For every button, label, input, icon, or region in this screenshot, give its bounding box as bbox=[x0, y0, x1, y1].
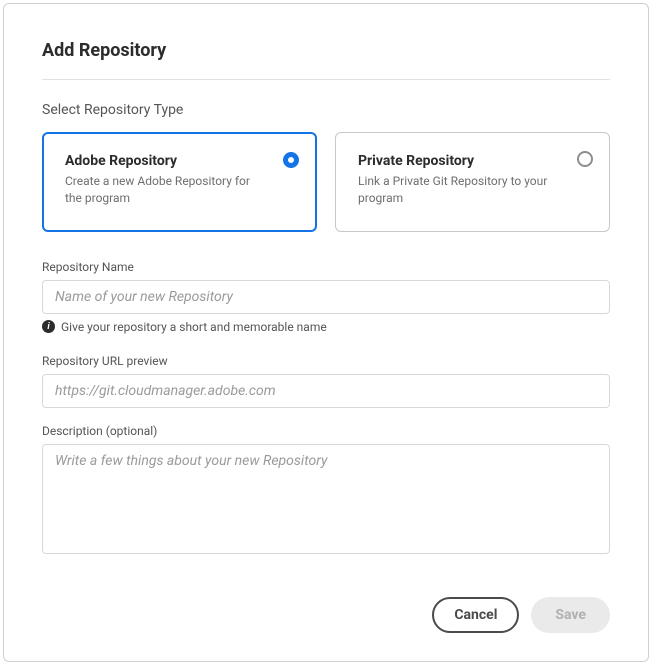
repository-url-input bbox=[42, 374, 610, 408]
field-repository-name: Repository Name i Give your repository a… bbox=[42, 260, 610, 344]
radio-selected-icon bbox=[283, 152, 299, 168]
field-description: Description (optional) bbox=[42, 424, 610, 558]
repo-type-adobe-desc: Create a new Adobe Repository for the pr… bbox=[65, 173, 268, 207]
type-section-label: Select Repository Type bbox=[42, 102, 610, 118]
cancel-button[interactable]: Cancel bbox=[432, 597, 519, 633]
repository-name-helper: Give your repository a short and memorab… bbox=[61, 320, 327, 334]
dialog-title: Add Repository bbox=[42, 40, 610, 61]
repository-name-helper-row: i Give your repository a short and memor… bbox=[42, 320, 610, 334]
repository-type-cards: Adobe Repository Create a new Adobe Repo… bbox=[42, 132, 610, 232]
dialog-footer: Cancel Save bbox=[42, 597, 610, 633]
repository-url-label: Repository URL preview bbox=[42, 354, 610, 368]
save-button[interactable]: Save bbox=[531, 597, 610, 633]
info-icon: i bbox=[42, 320, 55, 333]
repository-name-label: Repository Name bbox=[42, 260, 610, 274]
add-repository-dialog: Add Repository Select Repository Type Ad… bbox=[3, 3, 649, 662]
description-label: Description (optional) bbox=[42, 424, 610, 438]
repository-name-input[interactable] bbox=[42, 280, 610, 314]
field-repository-url: Repository URL preview bbox=[42, 354, 610, 408]
repo-type-adobe[interactable]: Adobe Repository Create a new Adobe Repo… bbox=[42, 132, 317, 232]
repo-type-adobe-title: Adobe Repository bbox=[65, 153, 268, 169]
repo-type-private[interactable]: Private Repository Link a Private Git Re… bbox=[335, 132, 610, 232]
repo-type-private-desc: Link a Private Git Repository to your pr… bbox=[358, 173, 561, 207]
divider bbox=[42, 79, 610, 80]
repo-type-private-title: Private Repository bbox=[358, 153, 561, 169]
radio-unselected-icon bbox=[577, 151, 593, 167]
description-input[interactable] bbox=[42, 444, 610, 554]
